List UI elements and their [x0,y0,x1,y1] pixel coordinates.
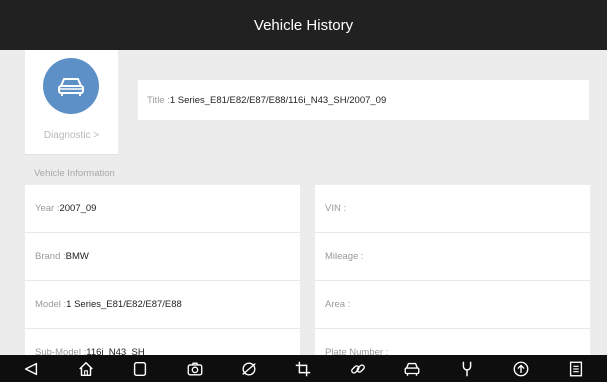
back-icon[interactable] [20,359,42,379]
header-bar: Vehicle History [0,0,607,50]
title-label: Title : [147,94,170,106]
brand-row: Brand : BMW [25,233,300,281]
area-row: Area : [315,281,590,329]
page-title: Vehicle History [253,16,354,34]
car-icon [43,58,99,114]
diagnostic-label: Diagnostic > [43,130,100,141]
recent-apps-icon[interactable] [129,359,151,379]
upload-icon[interactable] [510,359,532,379]
diagnostic-card[interactable]: Diagnostic > [25,50,118,155]
vin-label: VIN : [325,203,347,214]
system-navigation-bar [0,355,607,382]
wrench-icon[interactable] [456,359,478,379]
browser-icon[interactable] [238,359,260,379]
vehicle-title-field: Title : 1 Series_E81/E82/E87/E88/116i_N4… [138,80,589,120]
model-value: 1 Series_E81/E82/E87/E88 [66,299,182,310]
area-label: Area : [325,299,351,310]
mileage-label: Mileage : [325,251,364,262]
model-row: Model : 1 Series_E81/E82/E87/E88 [25,281,300,329]
brand-label: Brand : [35,251,66,262]
title-value: 1 Series_E81/E82/E87/E88/116i_N43_SH/200… [169,94,387,106]
mileage-row: Mileage : [315,233,590,281]
model-label: Model : [35,299,67,310]
year-row: Year : 2007_09 [25,185,300,233]
camera-icon[interactable] [184,359,206,379]
crop-icon[interactable] [292,359,314,379]
brand-value: BMW [65,251,89,262]
document-icon[interactable] [565,359,587,379]
car-icon[interactable] [401,359,423,379]
vin-row: VIN : [315,185,590,233]
vehicle-info-heading: Vehicle Information [34,168,115,179]
year-value: 2007_09 [59,203,97,214]
link-icon[interactable] [347,359,369,379]
vehicle-info-left-panel: Year : 2007_09 Brand : BMW Model : 1 Ser… [25,185,300,377]
vehicle-info-right-panel: VIN : Mileage : Area : Plate Number : [315,185,590,377]
year-label: Year : [35,203,60,214]
main-content: Diagnostic > Title : 1 Series_E81/E82/E8… [0,50,607,377]
home-icon[interactable] [75,359,97,379]
